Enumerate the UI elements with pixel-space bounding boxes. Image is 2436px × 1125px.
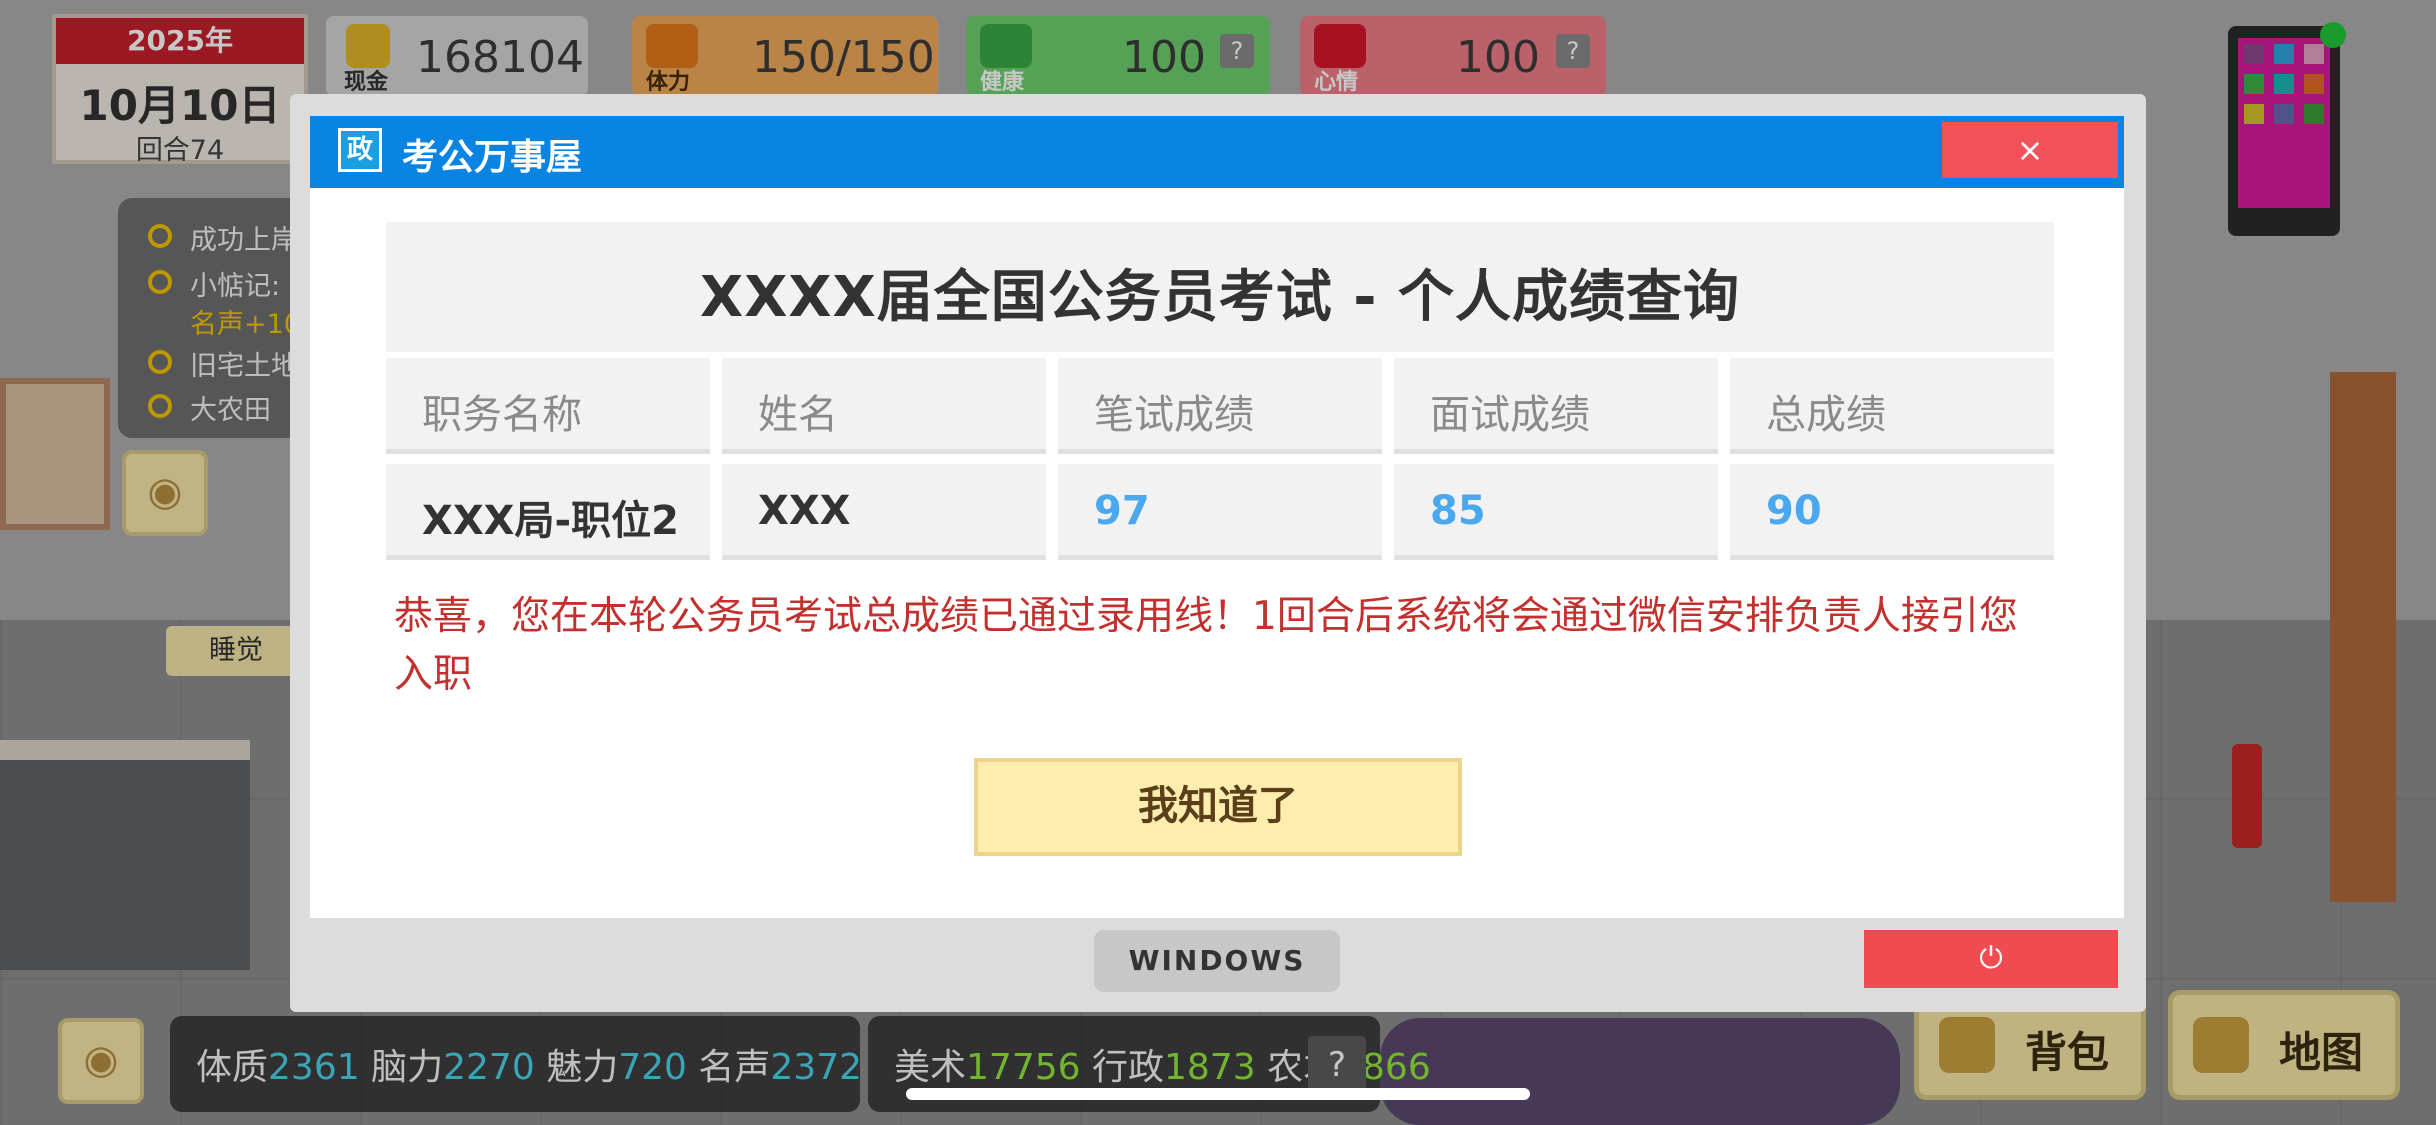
- column-label: 笔试成绩: [1094, 392, 1254, 438]
- table-cell: XXX局-职位2: [386, 464, 710, 560]
- home-indicator[interactable]: [906, 1088, 1530, 1100]
- confirm-button[interactable]: 我知道了: [974, 758, 1462, 856]
- column-label: 总成绩: [1766, 392, 1886, 438]
- column-label: 姓名: [758, 392, 838, 438]
- table-cell: XXX: [722, 464, 1046, 560]
- table-cell: 97: [1058, 464, 1382, 560]
- table-header-cell: 笔试成绩: [1058, 358, 1382, 454]
- column-label: 职务名称: [422, 392, 582, 438]
- dialog-title: 考公万事屋: [402, 137, 583, 178]
- table-header-cell: 姓名: [722, 358, 1046, 454]
- table-header-cell: 职务名称: [386, 358, 710, 454]
- app-logo-icon: 政: [338, 128, 382, 172]
- column-label: 面试成绩: [1430, 392, 1590, 438]
- windows-button[interactable]: WINDOWS: [1094, 930, 1340, 992]
- table-header-cell: 面试成绩: [1394, 358, 1718, 454]
- name-value: XXX: [758, 488, 851, 534]
- result-notice: 恭喜，您在本轮公务员考试总成绩已通过录用线！1回合后系统将会通过微信安排负责人接…: [394, 594, 2018, 697]
- written-score: 97: [1094, 488, 1150, 534]
- table-cell: 85: [1394, 464, 1718, 560]
- dialog-titlebar: [310, 116, 2124, 188]
- table-cell: 90: [1730, 464, 2054, 560]
- total-score: 90: [1766, 488, 1822, 534]
- interview-score: 85: [1430, 488, 1486, 534]
- close-button[interactable]: ×: [1942, 122, 2118, 178]
- result-table-header: XXXX届全国公务员考试 - 个人成绩查询: [386, 222, 2054, 352]
- table-header-cell: 总成绩: [1730, 358, 2054, 454]
- position-value: XXX局-职位2: [422, 498, 679, 544]
- table-title: XXXX届全国公务员考试 - 个人成绩查询: [700, 265, 1740, 330]
- power-icon[interactable]: ⏻: [1864, 930, 2118, 988]
